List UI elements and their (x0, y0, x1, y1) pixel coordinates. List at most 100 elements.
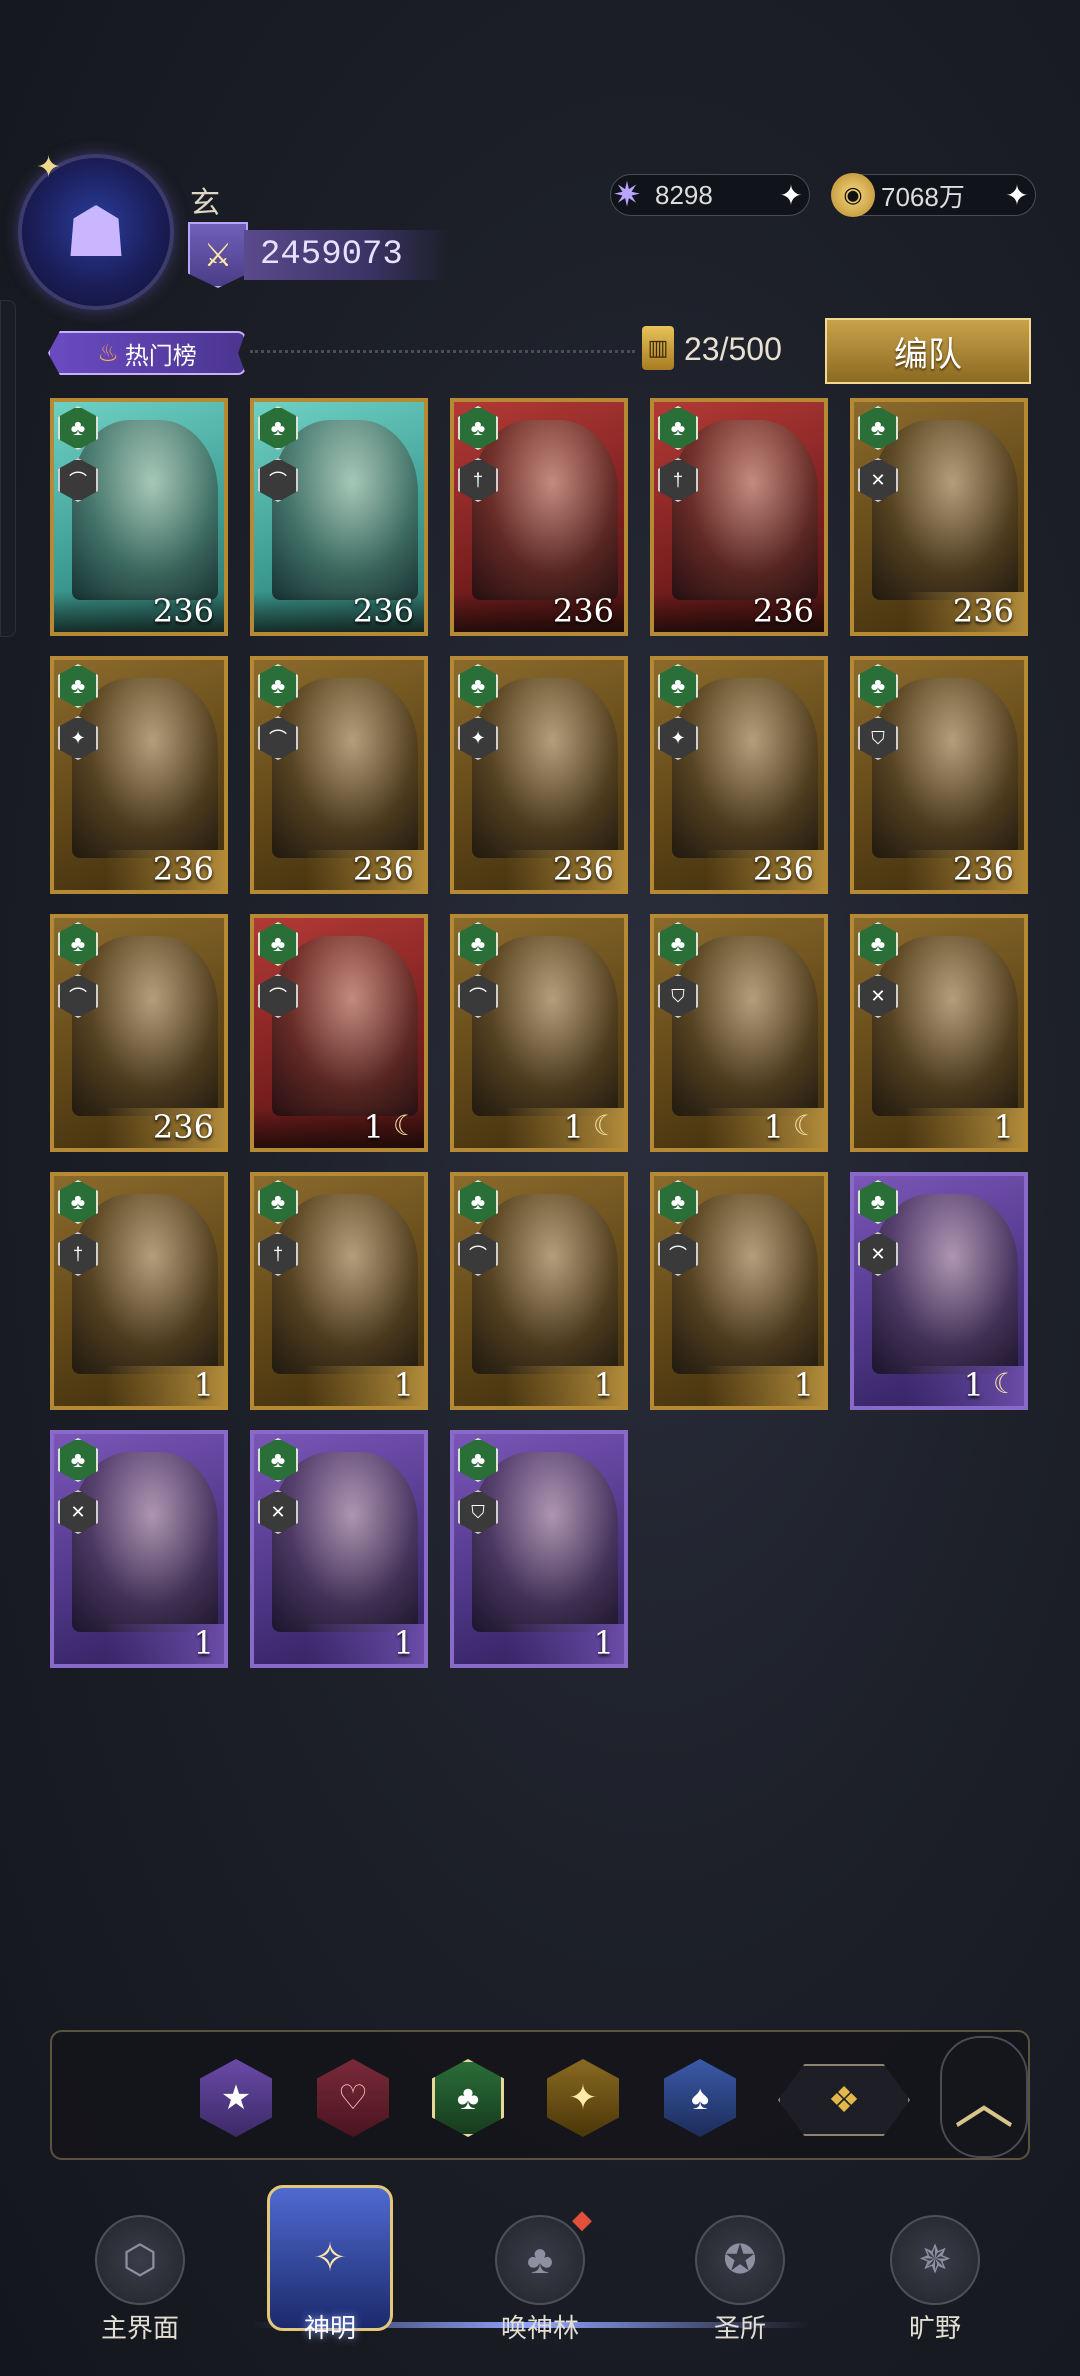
nav-wilderness-label: 旷野 (908, 2313, 961, 2343)
god-card[interactable]: ♣ ⛉ 236 (850, 656, 1028, 894)
gold-currency: ◉ 7068万 ✦ (831, 173, 1036, 217)
card-portrait (872, 678, 1018, 858)
card-level: 1 (593, 1624, 614, 1662)
combat-power: 2459073 (244, 230, 450, 280)
card-portrait (872, 936, 1018, 1116)
club-suit-icon: ♣ (456, 2078, 480, 2117)
card-portrait (72, 420, 218, 600)
god-card[interactable]: ♣ ⌒ 1 (650, 1172, 828, 1410)
sanctuary-icon: ✪ (695, 2215, 785, 2305)
card-level: 1 (363, 1108, 384, 1146)
card-level: 1 (193, 1624, 214, 1662)
moon-icon: ☾ (592, 1110, 618, 1141)
all-suits-icon: ❖ (827, 2079, 861, 2120)
god-card[interactable]: ♣ ✕ 1 (850, 914, 1028, 1152)
god-card[interactable]: ♣ ⌒ 1 (450, 1172, 628, 1410)
god-card[interactable]: ♣ ⌒ ☾ 1 (250, 914, 428, 1152)
card-portrait (672, 420, 818, 600)
god-card[interactable]: ♣ ⌒ 236 (50, 914, 228, 1152)
compass-icon: ✵ (890, 2215, 980, 2305)
god-card[interactable]: ♣ ✕ 1 (250, 1430, 428, 1668)
god-card[interactable]: ♣ ⛉ ☾ 1 (650, 914, 828, 1152)
hot-ranking-label: 热门榜 (124, 342, 197, 370)
add-gold-button[interactable]: ✦ (999, 179, 1035, 212)
nav-main[interactable]: ⬡ 主界面 (55, 2215, 225, 2355)
nav-gods-label: 神明 (303, 2313, 356, 2343)
card-portrait (72, 678, 218, 858)
spade-suit-icon: ♠ (690, 2078, 710, 2117)
card-portrait (272, 1194, 418, 1374)
card-level: 236 (752, 850, 814, 888)
card-portrait (472, 936, 618, 1116)
card-level: 236 (152, 1108, 214, 1146)
card-portrait (872, 1194, 1018, 1374)
card-portrait (472, 1452, 618, 1632)
moon-icon: ☾ (992, 1368, 1018, 1399)
moon-icon: ☾ (392, 1110, 418, 1141)
card-level: 236 (552, 592, 614, 630)
card-level: 236 (552, 850, 614, 888)
card-portrait (72, 1194, 218, 1374)
moon-icon: ☾ (792, 1110, 818, 1141)
card-portrait (272, 936, 418, 1116)
main-world-icon: ⬡ (95, 2215, 185, 2305)
card-level: 236 (752, 592, 814, 630)
chevron-up-icon: ︿ (954, 2068, 1014, 2136)
card-portrait (272, 1452, 418, 1632)
god-card[interactable]: ♣ † 236 (450, 398, 628, 636)
card-level: 1 (793, 1366, 814, 1404)
nav-wilderness[interactable]: ✵ 旷野 (850, 2215, 1020, 2355)
collapse-button[interactable]: ︿ (940, 2036, 1028, 2158)
card-portrait (872, 420, 1018, 600)
god-card[interactable]: ♣ ⌒ 236 (250, 656, 428, 894)
card-level: 1 (193, 1366, 214, 1404)
nav-sanctuary[interactable]: ✪ 圣所 (655, 2215, 825, 2355)
card-level: 236 (952, 850, 1014, 888)
god-card[interactable]: ♣ ⌒ ☾ 1 (450, 914, 628, 1152)
gem-currency: ✷ 8298 ✦ (610, 174, 810, 216)
card-level: 236 (352, 850, 414, 888)
heart-suit-icon: ♡ (337, 2079, 369, 2117)
all-suits-filter[interactable]: ❖ (778, 2064, 910, 2136)
card-portrait (272, 420, 418, 600)
hot-ranking-tab[interactable]: ♨ 热门榜 (48, 331, 246, 375)
card-portrait (72, 1452, 218, 1632)
god-card[interactable]: ♣ ⌒ 236 (250, 398, 428, 636)
gold-amount: 7068万 (881, 181, 965, 212)
god-card[interactable]: ♣ ✕ ☾ 1 (850, 1172, 1028, 1410)
card-level: 236 (152, 592, 214, 630)
nav-summon-forest[interactable]: ♣ 唤神林 (455, 2215, 625, 2355)
tree-icon: ♣ (495, 2215, 585, 2305)
formation-button[interactable]: 编队 (825, 318, 1031, 384)
nav-summon-forest-label: 唤神林 (500, 2313, 579, 2343)
god-card[interactable]: ♣ ✦ 236 (650, 656, 828, 894)
card-level: 236 (152, 850, 214, 888)
card-portrait (472, 1194, 618, 1374)
god-card[interactable]: ♣ ⛉ 1 (450, 1430, 628, 1668)
god-card[interactable]: ♣ ⌒ 236 (50, 398, 228, 636)
card-level: 236 (352, 592, 414, 630)
card-level: 1 (393, 1366, 414, 1404)
god-card[interactable]: ♣ † 236 (650, 398, 828, 636)
add-gems-button[interactable]: ✦ (773, 179, 809, 212)
god-card[interactable]: ♣ † 1 (50, 1172, 228, 1410)
star-suit-icon: ★ (220, 2079, 252, 2117)
nav-gods[interactable]: ✧ 神明 (245, 2185, 415, 2355)
side-drawer-handle[interactable] (0, 300, 16, 637)
god-card[interactable]: ♣ ✕ 1 (50, 1430, 228, 1668)
god-card[interactable]: ♣ † 1 (250, 1172, 428, 1410)
card-level: 236 (952, 592, 1014, 630)
player-name: 玄 (190, 187, 220, 220)
avatar-ornament-icon: ✦ (36, 151, 62, 184)
god-card[interactable]: ♣ ✦ 236 (450, 656, 628, 894)
card-portrait (672, 1194, 818, 1374)
crossed-swords-icon: ⚔ (188, 222, 248, 288)
card-level: 1 (763, 1108, 784, 1146)
divider (250, 350, 635, 353)
gem-amount: 8298 (655, 179, 713, 210)
card-portrait (72, 936, 218, 1116)
god-card[interactable]: ♣ ✕ 236 (850, 398, 1028, 636)
card-level: 1 (563, 1108, 584, 1146)
god-card[interactable]: ♣ ✦ 236 (50, 656, 228, 894)
card-level: 1 (393, 1624, 414, 1662)
